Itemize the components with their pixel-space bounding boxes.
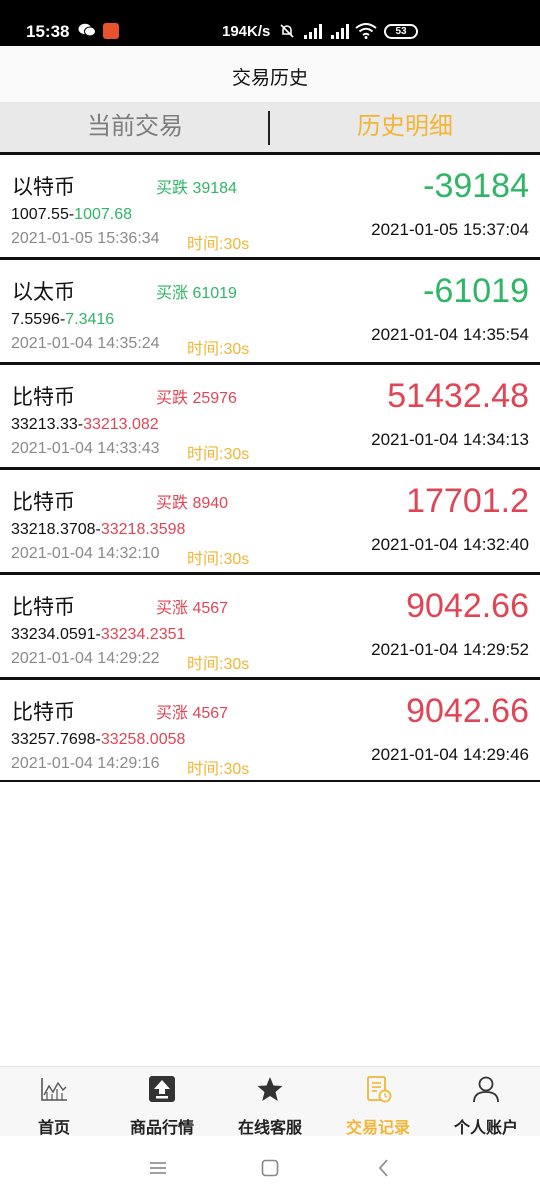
open-time: 2021-01-04 14:33:43 <box>11 440 160 457</box>
app-badge-icon <box>103 23 119 39</box>
trade-prices: 33234.0591-33234.2351 <box>11 626 186 643</box>
person-icon <box>473 1076 499 1103</box>
trade-duration: 时间:30s <box>187 236 250 253</box>
signal-hd-icon <box>331 24 349 39</box>
product-name: 以太币 <box>12 281 75 304</box>
open-time: 2021-01-04 14:35:24 <box>11 335 160 352</box>
profit-loss: 17701.2 <box>406 482 529 520</box>
nav-market[interactable]: 商品行情 <box>108 1067 216 1137</box>
mute-bell-icon <box>280 24 294 38</box>
tab-bar: 当前交易 历史明细 <box>0 102 540 154</box>
open-time: 2021-01-04 14:32:10 <box>11 545 160 562</box>
open-price: 1007.55 <box>11 206 69 223</box>
trade-row[interactable]: 以特币 买跌 39184 1007.55-1007.68 2021-01-05 … <box>0 152 540 257</box>
nav-trade-records[interactable]: 交易记录 <box>324 1067 432 1137</box>
close-time: 2021-01-04 14:32:40 <box>371 535 529 554</box>
close-price: 7.3416 <box>65 311 115 328</box>
trade-row[interactable]: 比特币 买跌 25976 33213.33-33213.082 2021-01-… <box>0 362 540 467</box>
star-icon <box>257 1077 283 1101</box>
open-time: 2021-01-05 15:36:34 <box>11 230 160 247</box>
open-price: 7.5596 <box>11 311 60 328</box>
profit-loss: 9042.66 <box>406 587 529 625</box>
trade-duration: 时间:30s <box>187 341 250 358</box>
profit-loss: 51432.48 <box>387 377 529 415</box>
trade-direction: 买跌 8940 <box>156 495 229 512</box>
back-chevron-icon[interactable] <box>374 1158 394 1178</box>
wechat-icon <box>78 23 96 37</box>
status-time: 15:38 <box>26 22 70 41</box>
tab-current-trades[interactable]: 当前交易 <box>0 102 270 154</box>
trade-row[interactable]: 比特币 买跌 8940 33218.3708-33218.3598 2021-0… <box>0 467 540 572</box>
trade-duration: 时间:30s <box>187 551 250 568</box>
product-name: 比特币 <box>12 386 75 409</box>
product-name: 比特币 <box>12 596 75 619</box>
profit-loss: -39184 <box>423 167 529 205</box>
close-price: 33213.082 <box>83 416 159 433</box>
trade-direction: 买涨 61019 <box>156 285 237 302</box>
trade-duration: 时间:30s <box>187 656 250 673</box>
nav-label: 交易记录 <box>345 1120 410 1137</box>
trade-direction: 买跌 39184 <box>156 180 237 197</box>
trade-prices: 1007.55-1007.68 <box>11 206 133 223</box>
trade-row[interactable]: 比特币 买涨 4567 33234.0591-33234.2351 2021-0… <box>0 572 540 677</box>
network-speed: 194K/s <box>222 23 271 40</box>
status-bar: 15:38 194K/s 53 <box>0 0 540 46</box>
trade-prices: 7.5596-7.3416 <box>11 311 115 328</box>
upload-arrow-icon <box>149 1076 175 1102</box>
trade-prices: 33257.7698-33258.0058 <box>11 731 186 748</box>
close-price: 1007.68 <box>74 206 133 223</box>
open-price: 33234.0591 <box>11 626 96 643</box>
close-time: 2021-01-04 14:34:13 <box>371 430 529 449</box>
document-clock-icon <box>367 1076 392 1103</box>
trade-row[interactable]: 以太币 买涨 61019 7.5596-7.3416 2021-01-04 14… <box>0 257 540 362</box>
close-price: 33234.2351 <box>100 626 186 643</box>
nav-label: 个人账户 <box>453 1120 518 1137</box>
close-time: 2021-01-04 14:35:54 <box>371 325 529 344</box>
product-name: 以特币 <box>12 176 75 199</box>
trade-direction: 买跌 25976 <box>156 390 237 407</box>
trade-duration: 时间:30s <box>187 446 250 463</box>
open-price: 33257.7698 <box>11 731 96 748</box>
nav-home[interactable]: 首页 <box>0 1067 108 1137</box>
profit-loss: 9042.66 <box>406 692 529 730</box>
trade-history-list: 以特币 买跌 39184 1007.55-1007.68 2021-01-05 … <box>0 152 540 782</box>
product-name: 比特币 <box>12 701 75 724</box>
close-time: 2021-01-05 15:37:04 <box>371 220 529 239</box>
trade-row[interactable]: 比特币 买涨 4567 33257.7698-33258.0058 2021-0… <box>0 677 540 782</box>
open-price: 33213.33 <box>11 416 78 433</box>
open-time: 2021-01-04 14:29:16 <box>11 755 160 772</box>
nav-account[interactable]: 个人账户 <box>432 1067 540 1137</box>
product-name: 比特币 <box>12 491 75 514</box>
system-nav-bar <box>0 1136 540 1200</box>
page-title: 交易历史 <box>231 68 308 89</box>
home-square-icon[interactable] <box>260 1158 280 1178</box>
nav-label: 在线客服 <box>237 1120 302 1137</box>
profit-loss: -61019 <box>423 272 529 310</box>
nav-customer-service[interactable]: 在线客服 <box>216 1067 324 1137</box>
close-price: 33218.3598 <box>100 521 186 538</box>
close-price: 33258.0058 <box>100 731 186 748</box>
battery-icon: 53 <box>384 24 418 39</box>
trade-prices: 33213.33-33213.082 <box>11 416 159 433</box>
tab-history-details[interactable]: 历史明细 <box>270 102 540 154</box>
trade-duration: 时间:30s <box>187 761 250 778</box>
trade-direction: 买涨 4567 <box>156 705 229 722</box>
nav-label: 首页 <box>37 1120 70 1137</box>
signal-hd-icon <box>304 24 322 39</box>
menu-icon[interactable] <box>148 1158 168 1178</box>
open-price: 33218.3708 <box>11 521 96 538</box>
wifi-icon <box>355 23 377 39</box>
trade-prices: 33218.3708-33218.3598 <box>11 521 186 538</box>
open-time: 2021-01-04 14:29:22 <box>11 650 160 667</box>
trade-direction: 买涨 4567 <box>156 600 229 617</box>
nav-label: 商品行情 <box>129 1120 194 1137</box>
close-time: 2021-01-04 14:29:52 <box>371 640 529 659</box>
chart-icon <box>41 1078 67 1101</box>
bottom-nav: 首页 商品行情 在线客服 交易记录 个人账户 <box>0 1066 540 1137</box>
close-time: 2021-01-04 14:29:46 <box>371 745 529 764</box>
page-header: 交易历史 <box>0 46 540 102</box>
